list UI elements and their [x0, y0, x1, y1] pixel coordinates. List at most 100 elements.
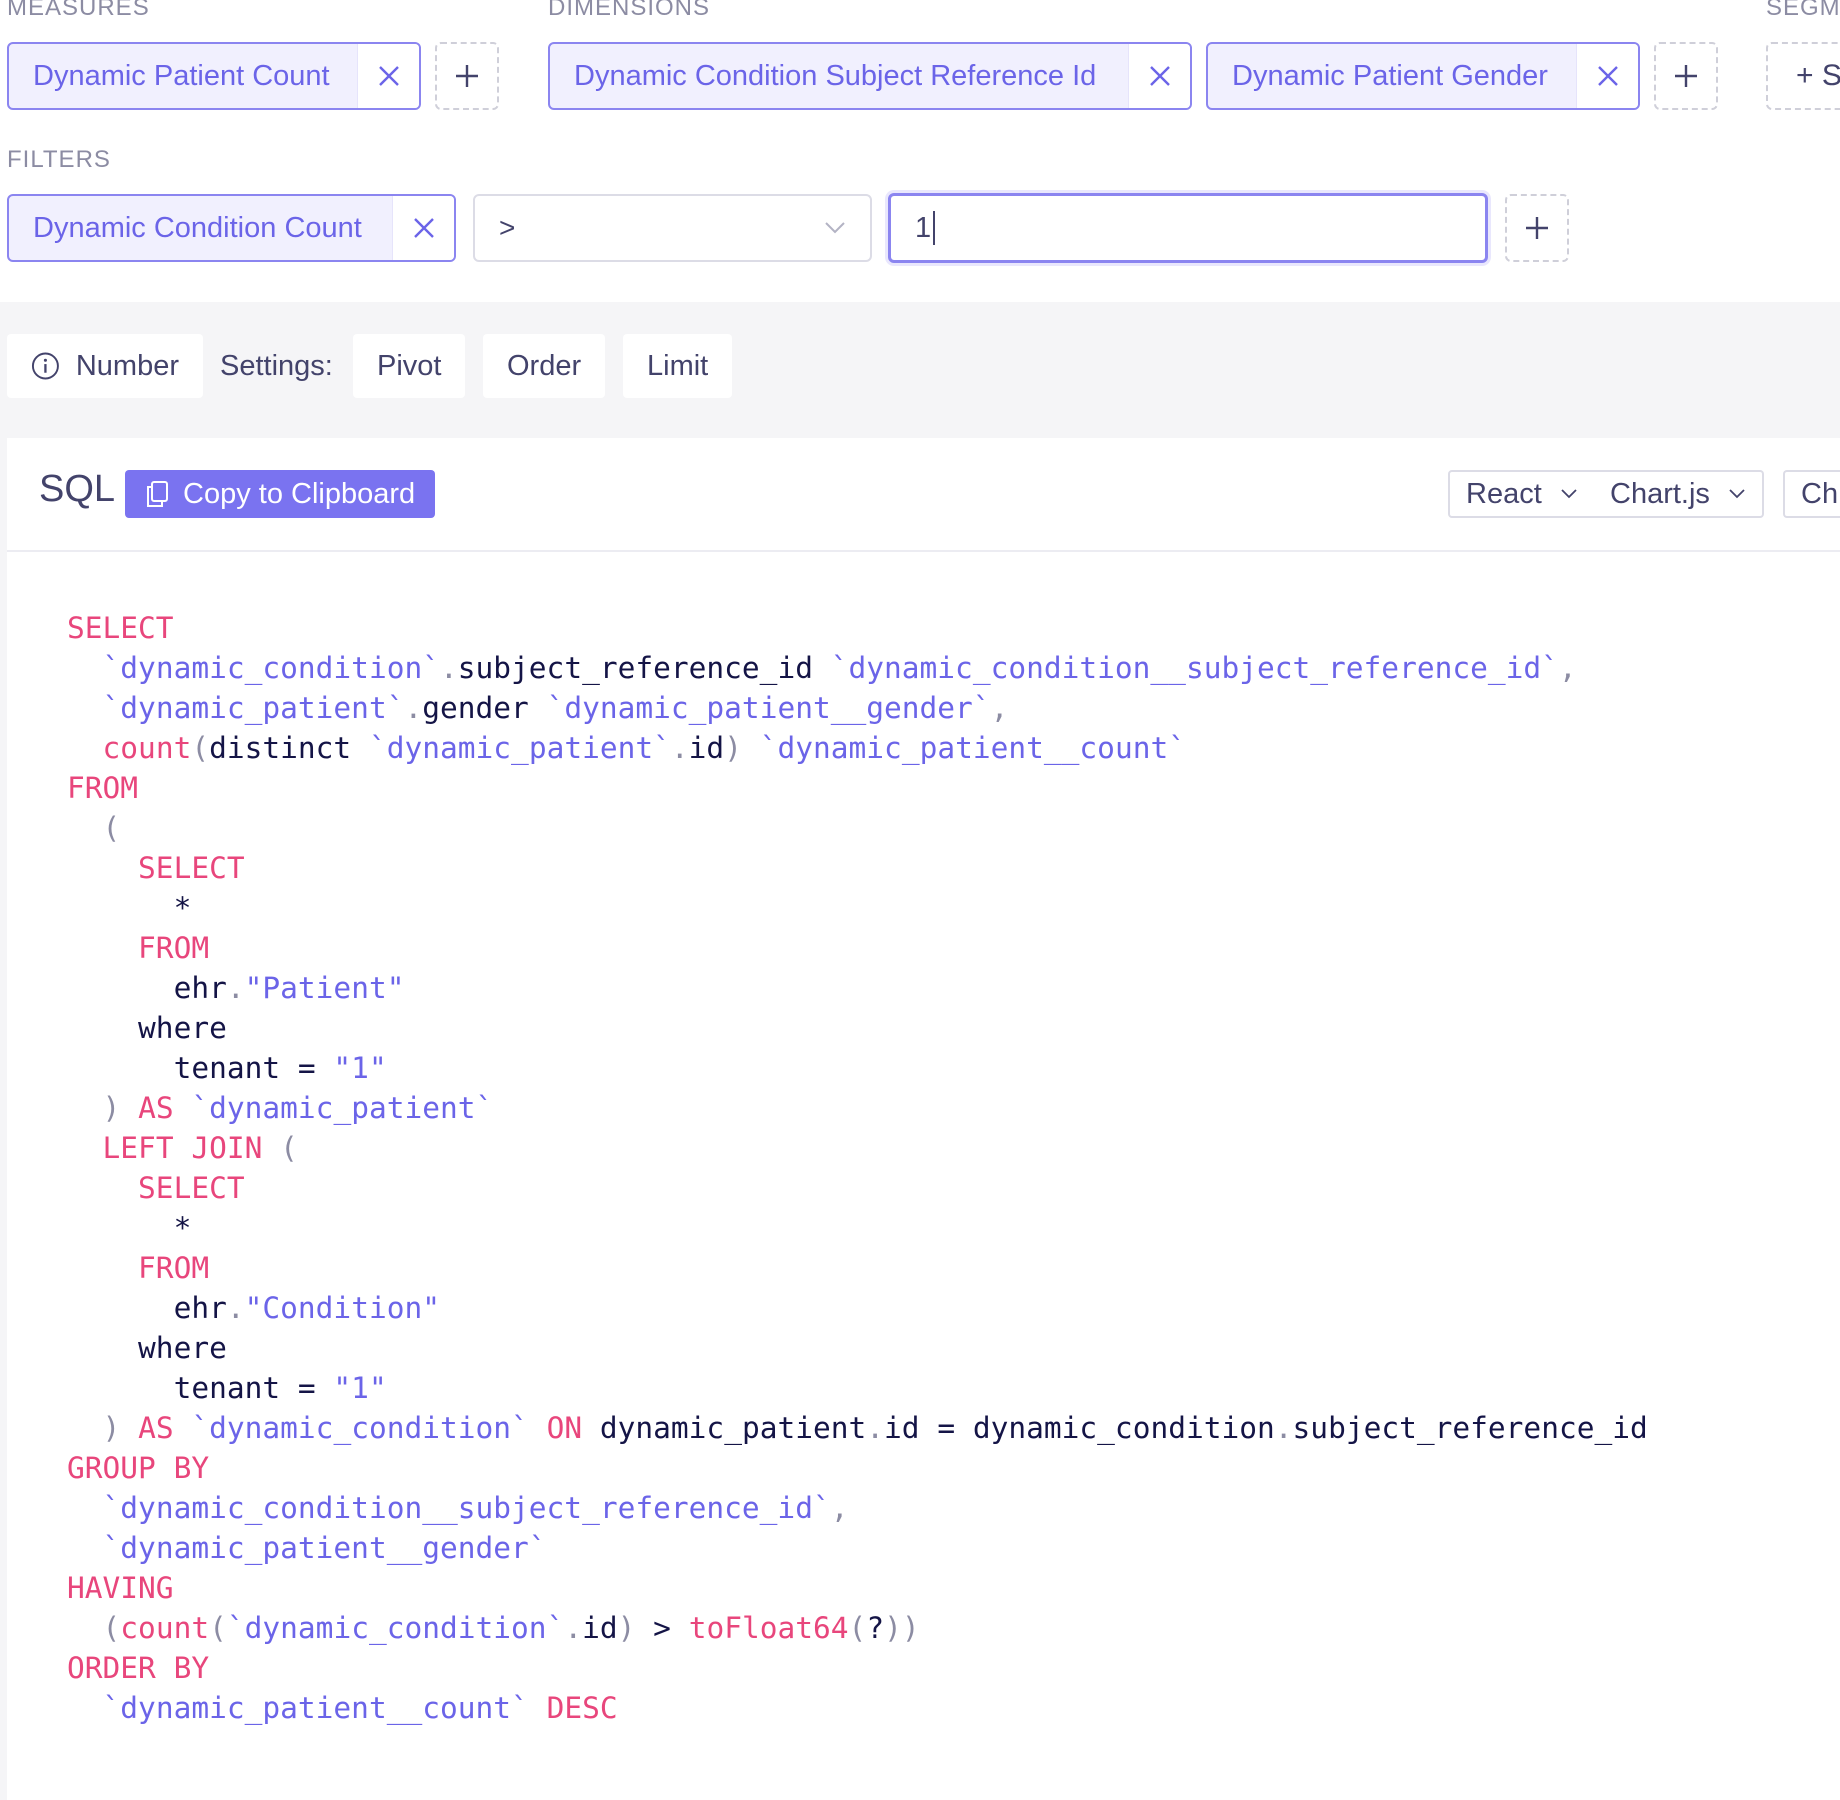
dimension-chip[interactable]: Dynamic Condition Subject Reference Id — [548, 42, 1192, 110]
filter-member-label: Dynamic Condition Count — [33, 211, 362, 244]
sql-token: GROUP BY — [67, 1451, 210, 1485]
sql-token: . — [439, 651, 458, 685]
sql-line: ) AS `dynamic_patient` — [67, 1088, 1648, 1128]
measures-label: MEASURES — [7, 0, 150, 21]
sql-token: `dynamic_patient` — [191, 1091, 494, 1125]
copy-icon — [147, 481, 168, 507]
sql-token: ( — [191, 731, 210, 765]
sql-line: `dynamic_condition`.subject_reference_id… — [67, 648, 1648, 688]
dimension-chip[interactable]: Dynamic Patient Gender — [1206, 42, 1640, 110]
remove-dimension-button[interactable] — [1576, 44, 1638, 108]
remove-filter-button[interactable] — [392, 196, 454, 260]
sql-token: SELECT — [138, 1171, 245, 1205]
remove-dimension-button[interactable] — [1128, 44, 1190, 108]
filter-operator-value: > — [499, 212, 516, 243]
sql-token: SELECT — [138, 851, 245, 885]
chevron-down-icon — [825, 222, 845, 234]
sql-line: SELECT — [67, 608, 1648, 648]
sql-token: FROM — [138, 1251, 210, 1285]
sql-token: `dynamic_condition` — [191, 1411, 529, 1445]
sql-token: . — [226, 1291, 245, 1325]
add-dimension-button[interactable] — [1654, 42, 1718, 110]
copy-button-label: Copy to Clipboard — [183, 477, 416, 510]
sql-token: id = dynamic_condition — [884, 1411, 1275, 1445]
sql-token: )) — [884, 1611, 920, 1645]
close-icon — [378, 66, 399, 86]
dimensions-label: DIMENSIONS — [548, 0, 711, 21]
measure-chip-label: Dynamic Patient Count — [33, 59, 330, 92]
sql-panel-header: SQL Copy to Clipboard React Chart.js Ch — [7, 438, 1840, 552]
sql-token: DESC — [546, 1691, 618, 1725]
sql-line: ) AS `dynamic_condition` ON dynamic_pati… — [67, 1408, 1648, 1448]
sql-token: , — [990, 691, 1009, 725]
close-icon — [413, 218, 434, 238]
sql-line: ( — [67, 808, 1648, 848]
chevron-down-icon — [1729, 489, 1745, 499]
sql-token: FROM — [67, 771, 139, 805]
sql-token: where — [67, 1011, 227, 1045]
sql-token: * — [67, 891, 192, 925]
sql-line: SELECT — [67, 1168, 1648, 1208]
chart-library-select[interactable]: Chart.js — [1594, 470, 1764, 518]
sql-token: tenant = — [67, 1371, 334, 1405]
plus-icon — [456, 65, 478, 87]
sql-token: ) — [617, 1611, 636, 1645]
sql-token: ON — [546, 1411, 583, 1445]
sql-token: dynamic_patient — [582, 1411, 867, 1445]
chart-type-button[interactable]: Number — [7, 334, 203, 398]
add-filter-button[interactable] — [1505, 194, 1569, 262]
sql-token: toFloat64 — [688, 1611, 849, 1645]
filter-value-text: 1 — [915, 211, 932, 244]
dimension-chip-label: Dynamic Patient Gender — [1232, 59, 1548, 92]
sql-line: LEFT JOIN ( — [67, 1128, 1648, 1168]
order-button[interactable]: Order — [483, 334, 606, 398]
third-select[interactable]: Ch — [1783, 470, 1840, 518]
sql-token: "1" — [333, 1371, 387, 1405]
sql-token: id — [582, 1611, 618, 1645]
filter-member-chip[interactable]: Dynamic Condition Count — [7, 194, 456, 262]
segments-label: SEGM — [1766, 0, 1840, 21]
sql-token: distinct — [209, 731, 369, 765]
close-icon — [1149, 66, 1170, 86]
third-select-value: Ch — [1801, 477, 1839, 510]
sql-token: AS — [138, 1411, 174, 1445]
filter-operator-select[interactable]: > — [473, 194, 872, 262]
chart-library-select-value: Chart.js — [1610, 477, 1710, 510]
sql-token: * — [67, 1211, 192, 1245]
sql-line: * — [67, 888, 1648, 928]
add-segment-button[interactable]: + S — [1766, 42, 1840, 110]
sql-token: . — [404, 691, 423, 725]
pivot-button[interactable]: Pivot — [353, 334, 466, 398]
sql-token: `dynamic_condition__subject_reference_id… — [830, 651, 1559, 685]
copy-to-clipboard-button[interactable]: Copy to Clipboard — [125, 470, 436, 518]
sql-token: count — [120, 1611, 210, 1645]
sql-token: HAVING — [67, 1571, 174, 1605]
add-measure-button[interactable] — [435, 42, 499, 110]
sql-token: . — [226, 971, 245, 1005]
sql-line: ehr."Patient" — [67, 968, 1648, 1008]
remove-measure-button[interactable] — [357, 44, 419, 108]
sql-token: `dynamic_patient__count` — [759, 731, 1186, 765]
filter-value-input[interactable]: 1 — [888, 193, 1488, 263]
sql-token: AS — [138, 1091, 174, 1125]
sql-token: `dynamic_patient__gender` — [546, 691, 991, 725]
sql-token: subject_reference_id — [1292, 1411, 1648, 1445]
measure-chip[interactable]: Dynamic Patient Count — [7, 42, 421, 110]
limit-button[interactable]: Limit — [623, 334, 733, 398]
framework-select[interactable]: React — [1448, 470, 1596, 518]
sql-token: . — [564, 1611, 583, 1645]
sql-token: `dynamic_patient` — [368, 731, 671, 765]
sql-token: count — [102, 731, 192, 765]
